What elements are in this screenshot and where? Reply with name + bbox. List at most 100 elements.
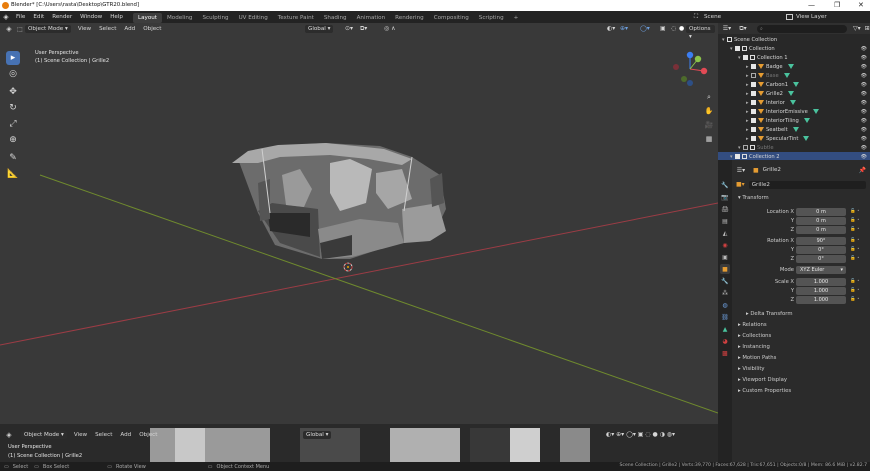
panel-header-motion-paths[interactable]: ▸ Motion Paths	[732, 353, 870, 363]
outliner-row[interactable]: ▸ InteriorTiling 👁	[718, 116, 870, 125]
workspace-tab-uv-editing[interactable]: UV Editing	[234, 13, 273, 23]
outliner-row[interactable]: ▾ Collection 1 👁	[718, 53, 870, 62]
constraints-tab-icon[interactable]: ⛓	[720, 312, 730, 322]
close-button[interactable]: ✕	[858, 1, 864, 9]
viewport-menu-add[interactable]: Add	[120, 23, 139, 35]
menu-edit[interactable]: Edit	[29, 11, 48, 23]
panel-header-collections[interactable]: ▸ Collections	[732, 331, 870, 341]
exclude-checkbox[interactable]	[751, 64, 756, 69]
3d-viewport[interactable]: ◈ ⬚ Object Mode ▾ View Select Add Object…	[0, 23, 718, 424]
exclude-checkbox[interactable]	[751, 82, 756, 87]
menu-file[interactable]: File	[12, 11, 29, 23]
menu-help[interactable]: Help	[106, 11, 127, 23]
workspace-tab-rendering[interactable]: Rendering	[390, 13, 429, 23]
mesh-data-icon[interactable]	[787, 91, 794, 96]
lock-icon[interactable]: 🔓 •	[850, 247, 860, 252]
panel-header-relations[interactable]: ▸ Relations	[732, 320, 870, 330]
outliner[interactable]: ☰▾ ⧉▾ ⌕ ▽▾ ⊞ ▾ Scene Collection ▾ Collectio…	[718, 23, 870, 161]
workspace-tab-compositing[interactable]: Compositing	[429, 13, 474, 23]
maximize-button[interactable]: ❐	[834, 1, 840, 9]
bottom-shading-icons[interactable]: ◐▾ ⊕▾ ◯▾ ▣ ◌ ● ◑ ◍▾	[606, 431, 675, 438]
rotation-z-field[interactable]: 0°	[796, 255, 846, 263]
scale-y-field[interactable]: 1.000	[796, 287, 846, 295]
texture-tab-icon[interactable]: ▩	[720, 348, 730, 358]
mesh-data-icon[interactable]	[793, 82, 799, 87]
scene-selector[interactable]: Scene	[704, 11, 754, 23]
view-layer-tab-icon[interactable]: ▤	[720, 216, 730, 226]
navigation-gizmo[interactable]	[673, 51, 708, 86]
location-x-field[interactable]: 0 m	[796, 208, 846, 216]
workspace-tab-modeling[interactable]: Modeling	[162, 13, 197, 23]
visibility-eye-icon[interactable]: 👁	[861, 64, 867, 70]
workspace-tab-scripting[interactable]: Scripting	[474, 13, 509, 23]
workspace-tab-shading[interactable]: Shading	[319, 13, 352, 23]
mesh-data-icon[interactable]	[792, 127, 799, 132]
workspace-tab-animation[interactable]: Animation	[352, 13, 391, 23]
menu-render[interactable]: Render	[48, 11, 76, 23]
workspace-tab-texture-paint[interactable]: Texture Paint	[273, 13, 319, 23]
gizmo-toggle-icon[interactable]: ⊕▾	[620, 25, 628, 32]
bottom-menu-add[interactable]: Add	[116, 429, 135, 441]
rotate-tool-icon[interactable]: ↻	[6, 101, 20, 115]
menu-window[interactable]: Window	[76, 11, 106, 23]
3d-cursor[interactable]	[343, 262, 353, 272]
options-dropdown[interactable]: Options ▾	[686, 25, 715, 40]
annotate-tool-icon[interactable]: ✎	[6, 151, 20, 165]
mesh-data-icon[interactable]	[789, 100, 796, 105]
visibility-eye-icon[interactable]: 👁	[861, 136, 867, 142]
viewport-menu-view[interactable]: View	[74, 23, 95, 35]
visibility-eye-icon[interactable]: 👁	[861, 82, 867, 88]
rotation-mode-dropdown[interactable]: XYZ Euler ▾	[796, 266, 846, 274]
object-name-field[interactable]: Grille2	[748, 180, 866, 189]
lock-icon[interactable]: 🔓 •	[850, 218, 860, 223]
visibility-eye-icon[interactable]: 👁	[861, 91, 867, 97]
shading-solid-icon[interactable]: ●	[679, 25, 684, 32]
outliner-row[interactable]: ▸ InteriorEmissive 👁	[718, 107, 870, 116]
data-tab-icon[interactable]: ▲	[720, 324, 730, 334]
scale-x-field[interactable]: 1.000	[796, 278, 846, 286]
visibility-eye-icon[interactable]: 👁	[861, 100, 867, 106]
panel-header-instancing[interactable]: ▸ Instancing	[732, 342, 870, 352]
rotation-y-field[interactable]: 0°	[796, 246, 846, 254]
output-tab-icon[interactable]: 🖨	[720, 204, 730, 214]
visibility-eye-icon[interactable]: 👁	[861, 73, 867, 79]
bottom-menu-object[interactable]: Object	[135, 429, 161, 441]
workspace-tab-sculpting[interactable]: Sculpting	[197, 13, 233, 23]
mesh-data-icon[interactable]	[803, 136, 810, 141]
viewport-scene[interactable]	[0, 23, 718, 424]
zoom-icon[interactable]: ⌕	[703, 91, 715, 103]
outliner-row[interactable]: ▸ Seatbelt 👁	[718, 125, 870, 134]
scene-tab-icon[interactable]: ◭	[720, 228, 730, 238]
properties-editor[interactable]: 🔧 📷 🖨 ▤ ◭ ◉ ▣ ■ 🔧 ⁂ ◍ ⛓ ▲ ◕ ▩ ☰▾ ■ Grill…	[718, 160, 870, 462]
modifier-tab-icon[interactable]: 🔧	[720, 276, 730, 286]
scale-tool-icon[interactable]: ⤢	[6, 117, 20, 131]
add-workspace-button[interactable]: +	[509, 13, 524, 23]
physics-tab-icon[interactable]: ◍	[720, 300, 730, 310]
shading-wireframe-icon[interactable]: ◌	[671, 25, 676, 32]
exclude-checkbox[interactable]	[743, 145, 748, 150]
visibility-eye-icon[interactable]: 👁	[861, 55, 867, 61]
lock-icon[interactable]: 🔓 •	[850, 238, 860, 243]
workspace-tab-layout[interactable]: Layout	[132, 12, 162, 23]
location-y-field[interactable]: 0 m	[796, 217, 846, 225]
lock-icon[interactable]: 🔓 •	[850, 288, 860, 293]
mesh-data-icon[interactable]	[787, 64, 794, 69]
outliner-row[interactable]: ▸ SpecularTint 👁	[718, 134, 870, 143]
viewport-menu-object[interactable]: Object	[139, 23, 165, 35]
visibility-icon[interactable]: ◐▾	[607, 25, 615, 32]
exclude-checkbox[interactable]	[751, 127, 756, 132]
outliner-row[interactable]: ▸ Badge 👁	[718, 62, 870, 71]
outliner-row[interactable]: ▸ Interior 👁	[718, 98, 870, 107]
visibility-eye-icon[interactable]: 👁	[861, 46, 867, 52]
view-layer-selector[interactable]: View Layer	[796, 11, 851, 23]
properties-editor-icon[interactable]: ☰▾	[735, 167, 747, 174]
bottom-viewport[interactable]: ◈ Object Mode ▾ View Select Add Object G…	[0, 424, 718, 462]
outliner-search-field[interactable]: ⌕	[757, 24, 847, 33]
visibility-eye-icon[interactable]: 👁	[861, 109, 867, 115]
exclude-checkbox[interactable]	[735, 46, 740, 51]
panel-header-delta-transform[interactable]: ▸ Delta Transform	[732, 309, 870, 319]
lock-icon[interactable]: 🔓 •	[850, 209, 860, 214]
pin-icon[interactable]: 📌	[859, 167, 866, 174]
exclude-checkbox[interactable]	[751, 118, 756, 123]
viewport-menu-select[interactable]: Select	[95, 23, 120, 35]
